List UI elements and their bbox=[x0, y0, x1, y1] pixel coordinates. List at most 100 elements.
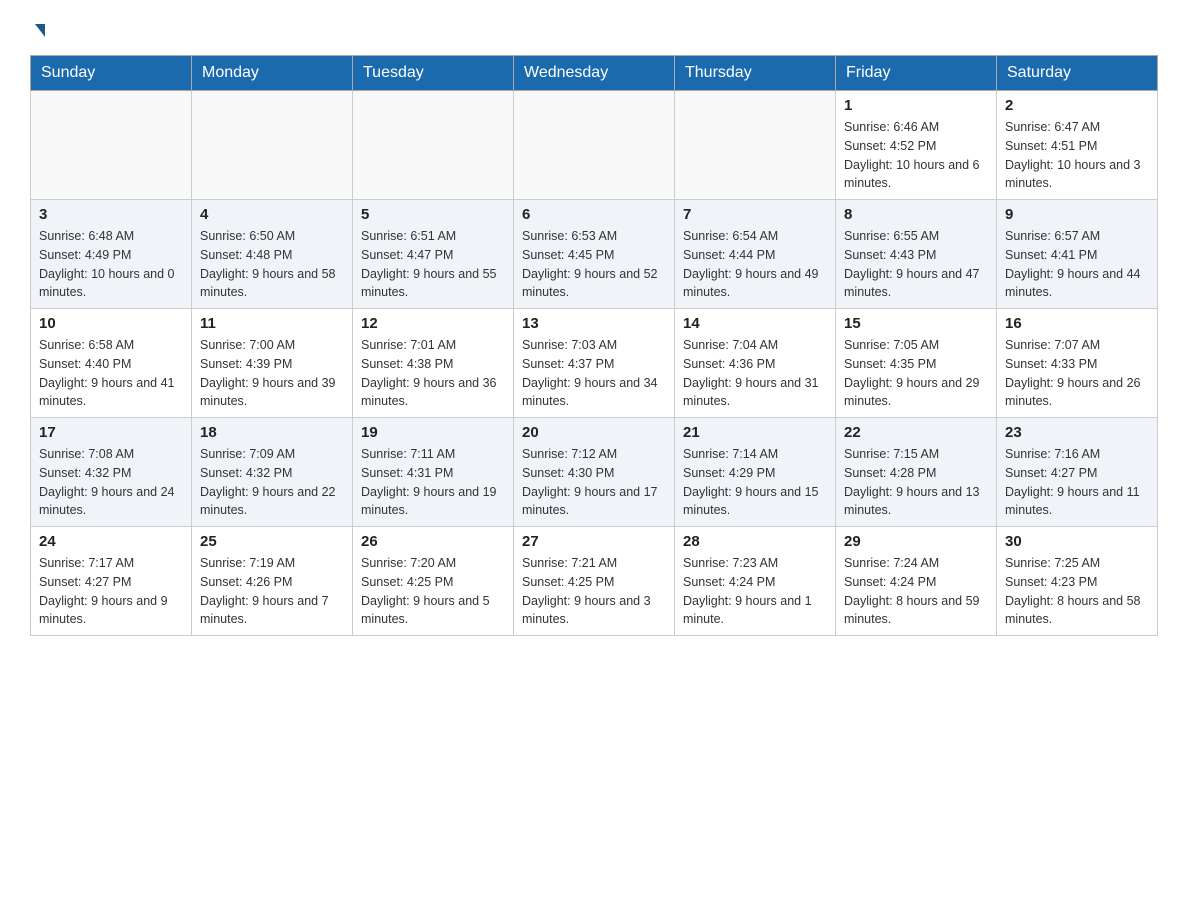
calendar-week-row: 10 Sunrise: 6:58 AM Sunset: 4:40 PM Dayli… bbox=[31, 309, 1158, 418]
day-number: 1 bbox=[844, 97, 988, 114]
day-number: 20 bbox=[522, 424, 666, 441]
calendar-cell: 4Sunrise: 6:50 AM Sunset: 4:48 PM Daylig… bbox=[192, 200, 353, 309]
day-number: 13 bbox=[522, 315, 666, 332]
calendar-week-row: 17 Sunrise: 7:08 AM Sunset: 4:32 PM Dayli… bbox=[31, 418, 1158, 527]
calendar-week-row: 24 Sunrise: 7:17 AM Sunset: 4:27 PM Dayli… bbox=[31, 527, 1158, 636]
day-number: 17 bbox=[39, 424, 183, 441]
day-info: Sunrise: 6:46 AM Sunset: 4:52 PM Dayligh… bbox=[844, 118, 988, 193]
calendar-table: SundayMondayTuesdayWednesdayThursdayFrid… bbox=[30, 55, 1158, 636]
page-header bbox=[30, 20, 1158, 37]
day-number: 25 bbox=[200, 533, 344, 550]
calendar-cell: 29 Sunrise: 7:24 AM Sunset: 4:24 PM Dayli… bbox=[836, 527, 997, 636]
day-info: Sunrise: 6:57 AM Sunset: 4:41 PM Dayligh… bbox=[1005, 227, 1149, 302]
day-info: Sunrise: 7:15 AM Sunset: 4:28 PM Dayligh… bbox=[844, 445, 988, 520]
logo-arrow-icon bbox=[35, 24, 45, 37]
day-info: Sunrise: 7:24 AM Sunset: 4:24 PM Dayligh… bbox=[844, 554, 988, 629]
day-info: Sunrise: 6:54 AM Sunset: 4:44 PM Dayligh… bbox=[683, 227, 827, 302]
day-number: 18 bbox=[200, 424, 344, 441]
day-info: Sunrise: 7:07 AM Sunset: 4:33 PM Dayligh… bbox=[1005, 336, 1149, 411]
calendar-cell: 11 Sunrise: 7:00 AM Sunset: 4:39 PM Dayli… bbox=[192, 309, 353, 418]
day-number: 4 bbox=[200, 206, 344, 223]
calendar-week-row: 3Sunrise: 6:48 AM Sunset: 4:49 PM Daylig… bbox=[31, 200, 1158, 309]
day-info: Sunrise: 7:16 AM Sunset: 4:27 PM Dayligh… bbox=[1005, 445, 1149, 520]
calendar-cell: 26 Sunrise: 7:20 AM Sunset: 4:25 PM Dayli… bbox=[353, 527, 514, 636]
calendar-cell: 12 Sunrise: 7:01 AM Sunset: 4:38 PM Dayli… bbox=[353, 309, 514, 418]
calendar-cell: 28 Sunrise: 7:23 AM Sunset: 4:24 PM Dayli… bbox=[675, 527, 836, 636]
day-info: Sunrise: 7:09 AM Sunset: 4:32 PM Dayligh… bbox=[200, 445, 344, 520]
day-number: 19 bbox=[361, 424, 505, 441]
day-number: 26 bbox=[361, 533, 505, 550]
calendar-cell bbox=[31, 91, 192, 200]
calendar-cell: 7 Sunrise: 6:54 AM Sunset: 4:44 PM Daylig… bbox=[675, 200, 836, 309]
weekday-header-friday: Friday bbox=[836, 56, 997, 91]
calendar-cell: 9Sunrise: 6:57 AM Sunset: 4:41 PM Daylig… bbox=[997, 200, 1158, 309]
weekday-header-sunday: Sunday bbox=[31, 56, 192, 91]
day-number: 12 bbox=[361, 315, 505, 332]
calendar-cell: 10 Sunrise: 6:58 AM Sunset: 4:40 PM Dayli… bbox=[31, 309, 192, 418]
day-number: 10 bbox=[39, 315, 183, 332]
day-number: 2 bbox=[1005, 97, 1149, 114]
day-info: Sunrise: 6:58 AM Sunset: 4:40 PM Dayligh… bbox=[39, 336, 183, 411]
day-number: 16 bbox=[1005, 315, 1149, 332]
day-number: 29 bbox=[844, 533, 988, 550]
day-number: 27 bbox=[522, 533, 666, 550]
calendar-cell: 21 Sunrise: 7:14 AM Sunset: 4:29 PM Dayli… bbox=[675, 418, 836, 527]
day-number: 14 bbox=[683, 315, 827, 332]
weekday-header-thursday: Thursday bbox=[675, 56, 836, 91]
day-info: Sunrise: 7:05 AM Sunset: 4:35 PM Dayligh… bbox=[844, 336, 988, 411]
day-info: Sunrise: 7:08 AM Sunset: 4:32 PM Dayligh… bbox=[39, 445, 183, 520]
day-info: Sunrise: 7:04 AM Sunset: 4:36 PM Dayligh… bbox=[683, 336, 827, 411]
day-info: Sunrise: 7:25 AM Sunset: 4:23 PM Dayligh… bbox=[1005, 554, 1149, 629]
calendar-cell: 8 Sunrise: 6:55 AM Sunset: 4:43 PM Daylig… bbox=[836, 200, 997, 309]
day-info: Sunrise: 7:20 AM Sunset: 4:25 PM Dayligh… bbox=[361, 554, 505, 629]
day-number: 8 bbox=[844, 206, 988, 223]
calendar-cell bbox=[353, 91, 514, 200]
calendar-cell: 13 Sunrise: 7:03 AM Sunset: 4:37 PM Dayli… bbox=[514, 309, 675, 418]
weekday-header-saturday: Saturday bbox=[997, 56, 1158, 91]
calendar-cell: 19Sunrise: 7:11 AM Sunset: 4:31 PM Dayli… bbox=[353, 418, 514, 527]
calendar-cell: 17 Sunrise: 7:08 AM Sunset: 4:32 PM Dayli… bbox=[31, 418, 192, 527]
day-info: Sunrise: 7:17 AM Sunset: 4:27 PM Dayligh… bbox=[39, 554, 183, 629]
day-number: 28 bbox=[683, 533, 827, 550]
day-number: 30 bbox=[1005, 533, 1149, 550]
day-number: 21 bbox=[683, 424, 827, 441]
calendar-cell: 1 Sunrise: 6:46 AM Sunset: 4:52 PM Daylig… bbox=[836, 91, 997, 200]
calendar-cell: 6Sunrise: 6:53 AM Sunset: 4:45 PM Daylig… bbox=[514, 200, 675, 309]
day-info: Sunrise: 7:19 AM Sunset: 4:26 PM Dayligh… bbox=[200, 554, 344, 629]
day-info: Sunrise: 7:00 AM Sunset: 4:39 PM Dayligh… bbox=[200, 336, 344, 411]
calendar-cell: 27Sunrise: 7:21 AM Sunset: 4:25 PM Dayli… bbox=[514, 527, 675, 636]
day-info: Sunrise: 7:03 AM Sunset: 4:37 PM Dayligh… bbox=[522, 336, 666, 411]
calendar-cell: 16 Sunrise: 7:07 AM Sunset: 4:33 PM Dayli… bbox=[997, 309, 1158, 418]
day-info: Sunrise: 7:12 AM Sunset: 4:30 PM Dayligh… bbox=[522, 445, 666, 520]
calendar-cell: 23 Sunrise: 7:16 AM Sunset: 4:27 PM Dayli… bbox=[997, 418, 1158, 527]
calendar-cell: 22Sunrise: 7:15 AM Sunset: 4:28 PM Dayli… bbox=[836, 418, 997, 527]
logo bbox=[30, 20, 45, 37]
day-info: Sunrise: 6:51 AM Sunset: 4:47 PM Dayligh… bbox=[361, 227, 505, 302]
day-number: 11 bbox=[200, 315, 344, 332]
calendar-cell: 15 Sunrise: 7:05 AM Sunset: 4:35 PM Dayli… bbox=[836, 309, 997, 418]
calendar-cell: 3Sunrise: 6:48 AM Sunset: 4:49 PM Daylig… bbox=[31, 200, 192, 309]
day-info: Sunrise: 7:23 AM Sunset: 4:24 PM Dayligh… bbox=[683, 554, 827, 629]
day-number: 24 bbox=[39, 533, 183, 550]
day-info: Sunrise: 7:01 AM Sunset: 4:38 PM Dayligh… bbox=[361, 336, 505, 411]
calendar-cell: 24 Sunrise: 7:17 AM Sunset: 4:27 PM Dayli… bbox=[31, 527, 192, 636]
day-number: 15 bbox=[844, 315, 988, 332]
weekday-header-wednesday: Wednesday bbox=[514, 56, 675, 91]
day-number: 23 bbox=[1005, 424, 1149, 441]
calendar-cell: 14 Sunrise: 7:04 AM Sunset: 4:36 PM Dayli… bbox=[675, 309, 836, 418]
day-info: Sunrise: 6:53 AM Sunset: 4:45 PM Dayligh… bbox=[522, 227, 666, 302]
day-number: 7 bbox=[683, 206, 827, 223]
calendar-cell: 5Sunrise: 6:51 AM Sunset: 4:47 PM Daylig… bbox=[353, 200, 514, 309]
day-info: Sunrise: 6:55 AM Sunset: 4:43 PM Dayligh… bbox=[844, 227, 988, 302]
calendar-cell: 25 Sunrise: 7:19 AM Sunset: 4:26 PM Dayli… bbox=[192, 527, 353, 636]
day-number: 3 bbox=[39, 206, 183, 223]
weekday-header-row: SundayMondayTuesdayWednesdayThursdayFrid… bbox=[31, 56, 1158, 91]
calendar-cell bbox=[514, 91, 675, 200]
day-info: Sunrise: 7:14 AM Sunset: 4:29 PM Dayligh… bbox=[683, 445, 827, 520]
day-info: Sunrise: 6:47 AM Sunset: 4:51 PM Dayligh… bbox=[1005, 118, 1149, 193]
calendar-cell: 18 Sunrise: 7:09 AM Sunset: 4:32 PM Dayli… bbox=[192, 418, 353, 527]
calendar-cell bbox=[192, 91, 353, 200]
weekday-header-monday: Monday bbox=[192, 56, 353, 91]
calendar-cell: 2 Sunrise: 6:47 AM Sunset: 4:51 PM Daylig… bbox=[997, 91, 1158, 200]
calendar-cell bbox=[675, 91, 836, 200]
